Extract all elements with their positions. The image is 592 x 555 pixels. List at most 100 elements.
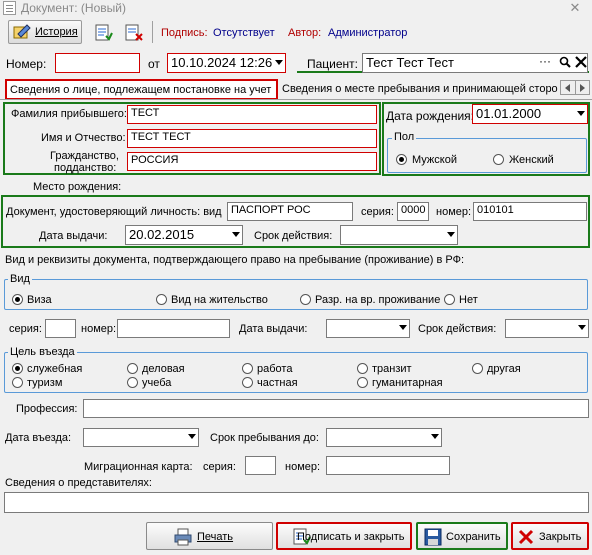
scroller-divider [575,81,576,94]
gender-title: Пол [392,131,417,143]
residence-kind-title: Вид [8,273,32,285]
purpose-official-radio[interactable] [12,363,23,374]
profession-input[interactable] [83,399,589,418]
tab-person-info[interactable]: Сведения о лице, подлежащем постановке н… [5,79,278,100]
res-validity-picker[interactable] [505,319,589,338]
id-number-input[interactable]: 010101 [473,202,587,221]
window-close-button[interactable]: ✕ [565,0,585,16]
id-series-label: серия: [361,206,394,218]
chevron-down-icon[interactable] [399,325,407,330]
id-number-label: номер: [436,206,472,218]
entry-date-picker[interactable] [83,428,199,447]
kind-visa-label: Виза [27,294,52,306]
res-number-input[interactable] [117,319,230,338]
sign-close-button[interactable]: Подписать и закрыть [276,522,412,550]
clear-icon[interactable] [575,56,587,68]
stay-until-label: Срок пребывания до: [210,432,319,444]
id-series-input[interactable]: 0000 [397,202,429,221]
purpose-tourism-label: туризм [27,377,63,389]
save-button[interactable]: Сохранить [416,522,508,550]
toolbar-divider [152,21,153,43]
birthdate-label: Дата рождения: [386,109,474,123]
date-picker[interactable]: 10.10.2024 12:26 [167,53,286,73]
chevron-down-icon[interactable] [232,232,240,237]
purpose-business-radio[interactable] [127,363,138,374]
kind-visa-radio[interactable] [12,294,23,305]
signature-label: Подпись: [161,27,208,39]
gender-male-radio[interactable] [396,154,407,165]
date-value: 10.10.2024 12:26 [171,55,273,70]
purpose-private-radio[interactable] [242,377,253,388]
from-label: от [148,57,160,71]
chevron-down-icon[interactable] [188,434,196,439]
name-input[interactable]: ТЕСТ ТЕСТ [127,129,377,148]
number-label: Номер: [6,57,47,71]
kind-temp-permit-radio[interactable] [300,294,311,305]
purpose-study-radio[interactable] [127,377,138,388]
purpose-work-radio[interactable] [242,363,253,374]
citizenship-label: Гражданство, [50,150,119,162]
remove-signature-icon[interactable] [125,24,143,41]
patient-label: Пациент: [307,57,359,71]
purpose-transit-label: транзит [372,363,412,375]
migration-card-label: Миграционная карта: [84,461,193,473]
history-icon [13,24,31,39]
id-issue-picker[interactable]: 20.02.2015 [125,225,243,245]
chevron-right-icon[interactable] [580,84,585,92]
birthdate-value: 01.01.2000 [476,106,542,121]
representatives-input[interactable] [4,492,589,513]
gender-female-label: Женский [509,154,554,166]
purpose-transit-radio[interactable] [357,363,368,374]
kind-none-label: Нет [459,294,478,306]
citizenship-label-2: подданство: [54,162,117,174]
close-icon [518,529,534,545]
chevron-down-icon[interactable] [431,434,439,439]
res-number-label: номер: [81,323,117,335]
close-label: Закрыть [539,531,582,543]
chevron-down-icon[interactable] [578,325,586,330]
tab-scroller[interactable] [560,80,590,95]
entry-date-label: Дата въезда: [5,432,72,444]
chevron-down-icon[interactable] [577,111,585,116]
close-button[interactable]: Закрыть [511,522,589,550]
surname-input[interactable]: ТЕСТ [127,105,377,124]
kind-residence-permit-label: Вид на жительство [171,294,268,306]
patient-select-button[interactable]: ··· [539,54,551,68]
id-doc-type-input[interactable]: ПАСПОРТ РОС [227,202,353,221]
purpose-other-label: другая [487,363,521,375]
birthdate-picker[interactable]: 01.01.2000 [472,104,588,124]
sign-document-icon[interactable] [95,24,113,41]
mc-series-label: серия: [203,461,236,473]
sign-close-label: Подписать и закрыть [297,531,405,543]
id-issue-label: Дата выдачи: [39,230,108,242]
citizenship-input[interactable]: РОССИЯ [127,152,377,171]
tab-residence-info[interactable]: Сведения о месте пребывания и принимающе… [279,80,558,99]
mc-number-input[interactable] [326,456,450,475]
chevron-left-icon[interactable] [565,84,570,92]
gender-female-radio[interactable] [493,154,504,165]
history-button[interactable]: История [8,20,82,44]
purpose-tourism-radio[interactable] [12,377,23,388]
kind-temp-permit-label: Разр. на вр. проживание [315,294,441,306]
kind-residence-permit-radio[interactable] [156,294,167,305]
birthplace-input[interactable] [127,178,589,196]
chevron-down-icon[interactable] [275,60,283,65]
patient-field[interactable]: Тест Тест Тест [362,53,588,73]
chevron-down-icon[interactable] [447,232,455,237]
stay-until-picker[interactable] [326,428,442,447]
purpose-business-label: деловая [142,363,185,375]
printer-icon [174,528,192,546]
mc-series-input[interactable] [245,456,276,475]
id-validity-picker[interactable] [340,225,458,245]
purpose-title: Цель въезда [8,346,77,358]
kind-none-radio[interactable] [444,294,455,305]
purpose-humanitarian-radio[interactable] [357,377,368,388]
print-button[interactable]: Печать [146,522,273,550]
search-icon[interactable] [559,56,571,68]
res-issue-picker[interactable] [326,319,410,338]
purpose-other-radio[interactable] [472,363,483,374]
tab-label: Сведения о месте пребывания и принимающе… [282,83,558,95]
number-input[interactable] [55,53,140,73]
res-series-input[interactable] [45,319,76,338]
purpose-official-label: служебная [27,363,83,375]
